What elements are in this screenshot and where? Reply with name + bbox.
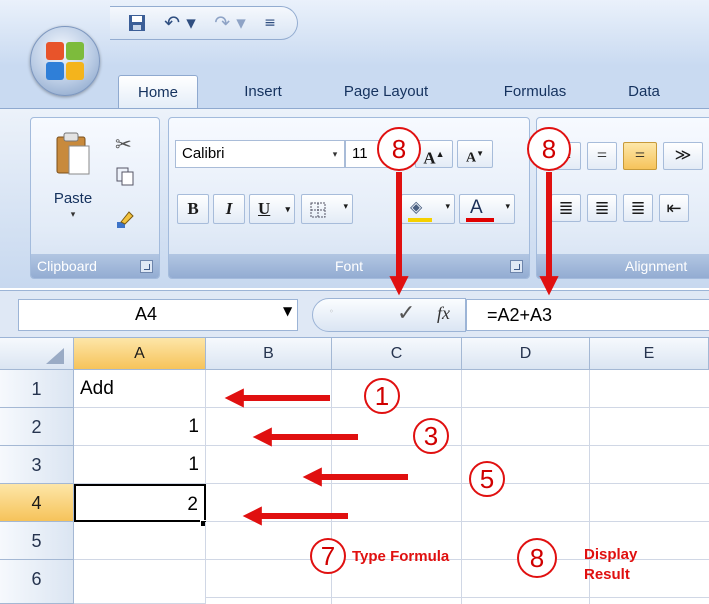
- annotation-arrows: [224, 172, 559, 526]
- office-button[interactable]: [30, 26, 100, 96]
- note-display: Display: [584, 546, 638, 563]
- callout-7: 7: [310, 538, 346, 574]
- note-type-formula: Type Formula: [352, 548, 450, 565]
- callout-5: 5: [469, 461, 505, 497]
- callout-3: 3: [413, 418, 449, 454]
- callout-8-top-right: 8: [527, 127, 571, 171]
- callout-1: 1: [364, 378, 400, 414]
- callout-8-bottom: 8: [517, 538, 557, 578]
- note-result: Result: [584, 566, 630, 583]
- office-logo-icon: [46, 42, 84, 80]
- callout-8-top-left: 8: [377, 127, 421, 171]
